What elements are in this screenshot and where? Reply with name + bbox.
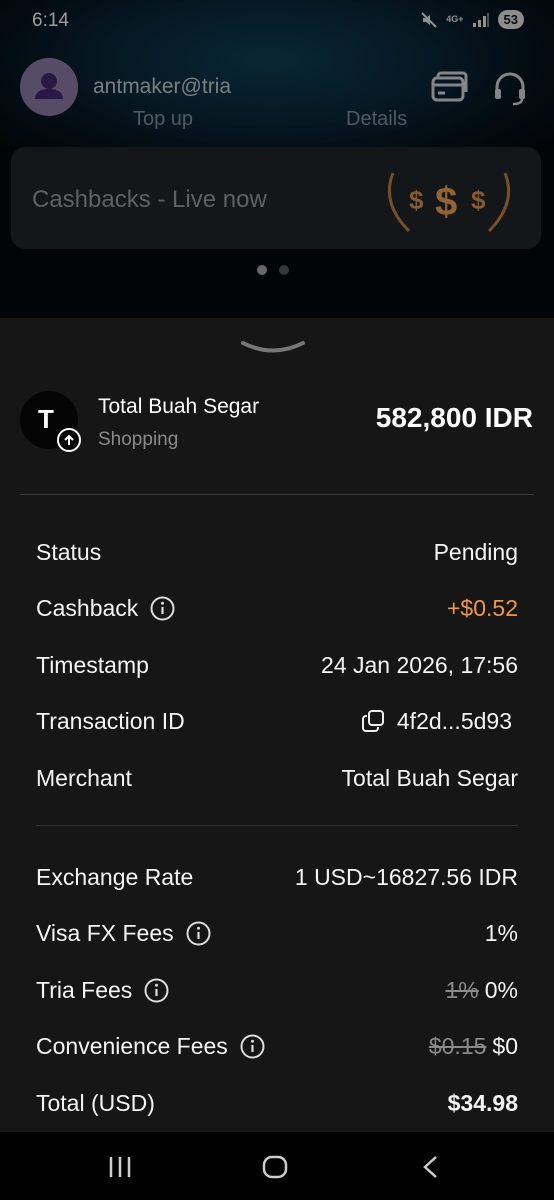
exchange-rate-label: Exchange Rate — [36, 863, 194, 890]
tria-fees-old: 1% — [445, 976, 479, 1003]
recents-icon[interactable] — [107, 1154, 135, 1180]
visa-fx-label: Visa FX Fees — [36, 919, 174, 946]
convenience-fees-label-group: Convenience Fees — [36, 1033, 265, 1060]
total-label: Total (USD) — [36, 1089, 155, 1116]
tria-fees-row: Tria Fees 1% 0% — [36, 974, 518, 1006]
timestamp-row: Timestamp 24 Jan 2026, 17:56 — [36, 649, 518, 681]
convenience-fees-values: $0.15 $0 — [429, 1033, 518, 1060]
status-value: Pending — [433, 538, 518, 565]
info-icon[interactable] — [150, 596, 175, 621]
tria-fees-value: 0% — [484, 976, 518, 1003]
arrow-up-icon — [57, 428, 81, 452]
cashback-label-group: Cashback — [36, 595, 175, 622]
timestamp-value: 24 Jan 2026, 17:56 — [321, 651, 518, 678]
info-icon[interactable] — [186, 921, 211, 946]
transaction-id-value: 4f2d...5d93 — [396, 707, 512, 734]
cashback-value: +$0.52 — [447, 594, 518, 621]
merchant-value: Total Buah Segar — [341, 764, 518, 791]
visa-fx-fees-row: Visa FX Fees 1% — [36, 917, 518, 949]
merchant-name: Total Buah Segar — [98, 395, 260, 418]
tria-fees-label: Tria Fees — [36, 976, 133, 1003]
total-value: $34.98 — [447, 1089, 518, 1116]
convenience-fees-old: $0.15 — [428, 1032, 487, 1059]
exchange-rate-row: Exchange Rate 1 USD~16827.56 IDR — [36, 861, 518, 893]
info-icon[interactable] — [144, 978, 169, 1003]
status-label: Status — [36, 538, 102, 565]
visa-fx-value: 1% — [484, 919, 518, 946]
transaction-id-label: Transaction ID — [36, 707, 185, 734]
tria-fees-values: 1% 0% — [446, 977, 519, 1004]
divider — [36, 825, 518, 826]
cashback-row: Cashback +$0.52 — [36, 592, 518, 624]
background-overlay[interactable] — [0, 0, 554, 318]
merchant-row: Merchant Total Buah Segar — [36, 762, 518, 794]
merchant-label: Merchant — [36, 764, 132, 791]
chevron-down-icon[interactable] — [240, 338, 306, 358]
convenience-fees-label: Convenience Fees — [36, 1032, 228, 1059]
home-icon[interactable] — [261, 1154, 289, 1180]
transaction-id-row: Transaction ID 4f2d...5d93 — [36, 705, 518, 737]
convenience-fees-value: $0 — [492, 1032, 518, 1059]
transaction-sheet: T Total Buah Segar Shopping 582,800 IDR … — [0, 318, 554, 1132]
copy-icon[interactable] — [361, 709, 385, 733]
cashback-label: Cashback — [36, 594, 139, 621]
transaction-amount: 582,800 IDR — [375, 402, 533, 433]
merchant-category: Shopping — [98, 429, 179, 450]
tria-fees-label-group: Tria Fees — [36, 977, 169, 1004]
info-icon[interactable] — [240, 1034, 265, 1059]
exchange-rate-value: 1 USD~16827.56 IDR — [294, 863, 518, 890]
merchant-initial: T — [38, 404, 54, 434]
total-row: Total (USD) $34.98 — [36, 1087, 518, 1119]
merchant-logo: T — [20, 391, 81, 452]
background-app: 6:14 4G+ 53 antmaker@tria Top up Details… — [0, 0, 554, 318]
transaction-id-value-group[interactable]: 4f2d...5d93 — [361, 708, 518, 735]
system-nav-bar — [0, 1132, 554, 1200]
convenience-fees-row: Convenience Fees $0.15 $0 — [36, 1030, 518, 1062]
visa-fx-label-group: Visa FX Fees — [36, 920, 211, 947]
status-row: Status Pending — [36, 536, 518, 568]
timestamp-label: Timestamp — [36, 651, 149, 678]
back-icon[interactable] — [418, 1154, 446, 1180]
divider — [20, 494, 534, 495]
